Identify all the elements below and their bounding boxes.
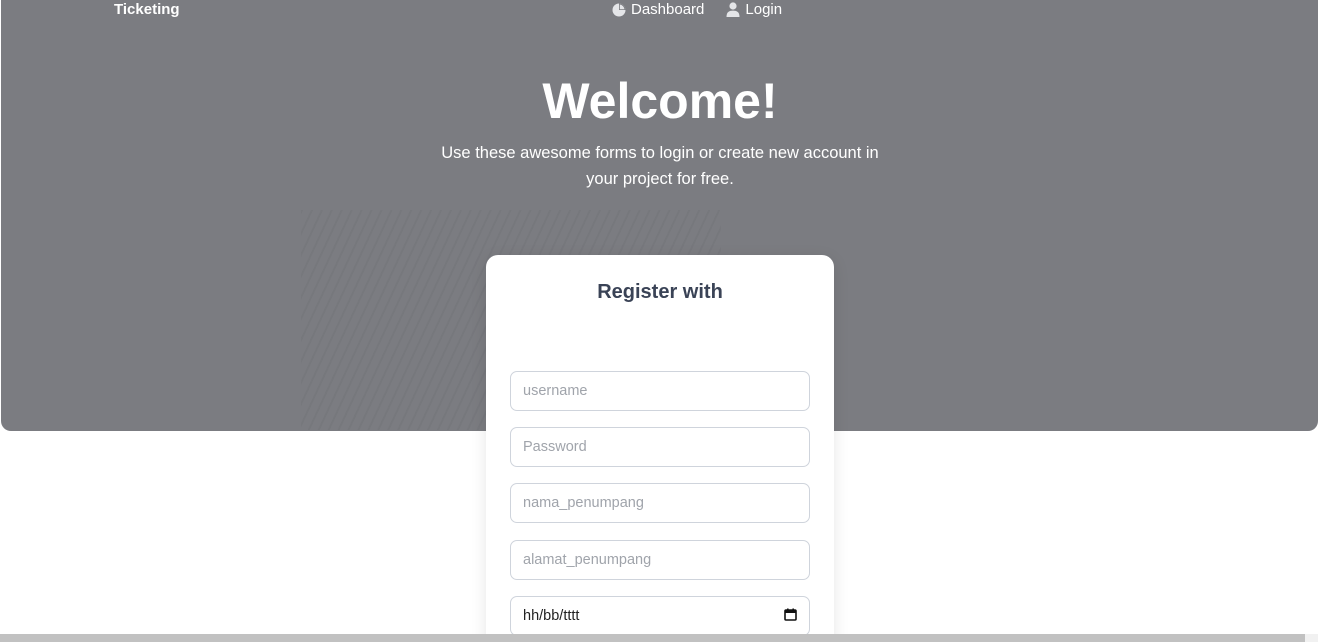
- alamat-penumpang-input[interactable]: [510, 540, 810, 580]
- register-title: Register with: [597, 281, 723, 303]
- page: Ticketing Dashboard Login Welcome! Use t…: [0, 0, 1318, 642]
- pie-chart-icon: [612, 3, 626, 17]
- calendar-icon[interactable]: [784, 608, 797, 625]
- nav-login-link[interactable]: Login: [726, 1, 782, 18]
- horizontal-scrollbar[interactable]: [0, 634, 1318, 642]
- welcome-subtitle: Use these awesome forms to login or crea…: [441, 144, 879, 188]
- nav-login-label: Login: [745, 1, 783, 18]
- date-input-text: hh/bb/tttt: [523, 608, 580, 624]
- brand-link[interactable]: Ticketing: [114, 1, 180, 18]
- welcome-title: Welcome!: [542, 73, 778, 129]
- password-input[interactable]: [510, 427, 810, 467]
- date-input[interactable]: hh/bb/tttt: [510, 596, 810, 636]
- register-card: Register with hh/bb/tttt: [486, 255, 834, 642]
- nama-penumpang-input[interactable]: [510, 483, 810, 523]
- nav-dashboard-label: Dashboard: [631, 1, 705, 18]
- user-icon: [726, 2, 740, 17]
- scrollbar-thumb[interactable]: [0, 634, 1305, 642]
- nav-dashboard-link[interactable]: Dashboard: [612, 1, 704, 18]
- username-input[interactable]: [510, 371, 810, 411]
- top-nav: Dashboard Login: [612, 1, 782, 18]
